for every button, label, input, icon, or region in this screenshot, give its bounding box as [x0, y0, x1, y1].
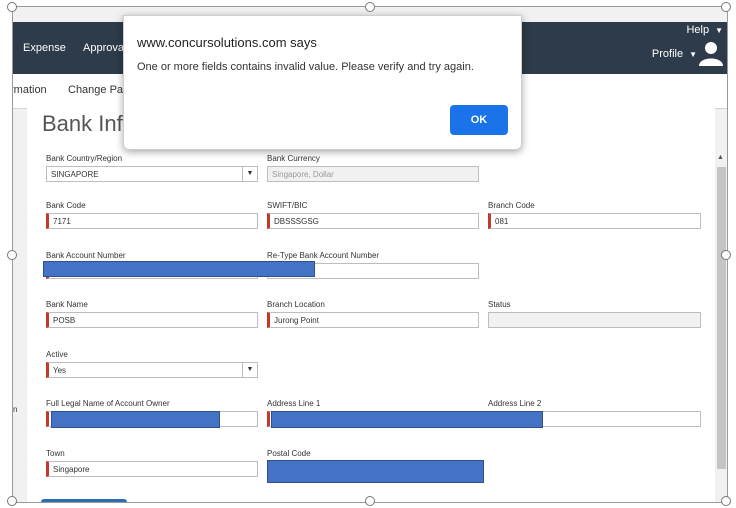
bank-code-label: Bank Code — [46, 201, 86, 210]
help-menu[interactable]: Help ▼ — [686, 24, 723, 36]
swift-label: SWIFT/BIC — [267, 201, 308, 210]
postal-code-label: Postal Code — [267, 449, 311, 458]
bank-country-label: Bank Country/Region — [46, 154, 123, 163]
branch-location-input[interactable]: Jurong Point — [267, 312, 479, 328]
vertical-scrollbar[interactable]: ▲ — [716, 153, 727, 502]
branch-code-input[interactable]: 081 — [488, 213, 701, 229]
chevron-down-icon: ▼ — [242, 167, 257, 181]
address-line-2-label: Address Line 2 — [488, 399, 542, 408]
dialog-message: One or more fields contains invalid valu… — [137, 61, 474, 73]
town-input[interactable]: Singapore — [46, 461, 258, 477]
resize-handle[interactable] — [7, 2, 17, 12]
resize-handle[interactable] — [7, 250, 17, 260]
bank-code-input[interactable]: 7171 — [46, 213, 258, 229]
scroll-up-icon[interactable]: ▲ — [717, 154, 724, 161]
resize-handle[interactable] — [365, 2, 375, 12]
bank-currency-field: Singapore, Dollar — [267, 166, 479, 182]
branch-code-label: Branch Code — [488, 201, 535, 210]
bank-currency-label: Bank Currency — [267, 154, 320, 163]
help-label: Help — [686, 24, 710, 36]
status-field — [488, 312, 701, 328]
profile-label: Profile — [651, 48, 684, 60]
active-select[interactable]: Yes ▼ — [46, 362, 258, 378]
save-button[interactable] — [41, 499, 127, 502]
address-line-1-label: Address Line 1 — [267, 399, 321, 408]
swift-input[interactable]: DBSSSGSG — [267, 213, 479, 229]
alert-dialog: www.concursolutions.com says One or more… — [123, 15, 522, 150]
resize-handle[interactable] — [7, 496, 17, 506]
redaction-block — [51, 411, 220, 428]
chevron-down-icon: ▼ — [715, 26, 723, 35]
bank-name-input[interactable]: POSB — [46, 312, 258, 328]
scrollbar-thumb[interactable] — [717, 167, 726, 469]
resize-handle[interactable] — [721, 250, 731, 260]
branch-location-label: Branch Location — [267, 300, 325, 309]
nav-expense[interactable]: Expense — [23, 22, 66, 74]
resize-handle[interactable] — [721, 496, 731, 506]
profile-menu[interactable]: Profile ▼ — [652, 48, 697, 60]
legal-name-label: Full Legal Name of Account Owner — [46, 399, 170, 408]
status-label: Status — [488, 300, 511, 309]
redaction-block — [267, 460, 484, 483]
redaction-block — [271, 411, 543, 428]
bank-country-select[interactable]: SINGAPORE ▼ — [46, 166, 258, 182]
bank-name-label: Bank Name — [46, 300, 88, 309]
redaction-block — [43, 261, 315, 277]
active-value: Yes — [53, 366, 67, 375]
retype-account-label: Re-Type Bank Account Number — [267, 251, 380, 260]
chevron-down-icon: ▼ — [689, 50, 697, 59]
resize-handle[interactable] — [721, 2, 731, 12]
user-avatar-icon[interactable] — [698, 40, 724, 66]
page-title: Bank Info — [42, 111, 135, 136]
cut-off-text: n — [13, 405, 18, 414]
dialog-title: www.concursolutions.com says — [137, 35, 317, 50]
resize-handle[interactable] — [365, 496, 375, 506]
tab-personal-information[interactable]: rmation — [13, 84, 47, 96]
ok-button[interactable]: OK — [450, 105, 508, 135]
bank-country-value: SINGAPORE — [51, 170, 99, 179]
town-label: Town — [46, 449, 65, 458]
chevron-down-icon: ▼ — [242, 363, 257, 377]
account-number-label: Bank Account Number — [46, 251, 126, 260]
active-label: Active — [46, 350, 68, 359]
